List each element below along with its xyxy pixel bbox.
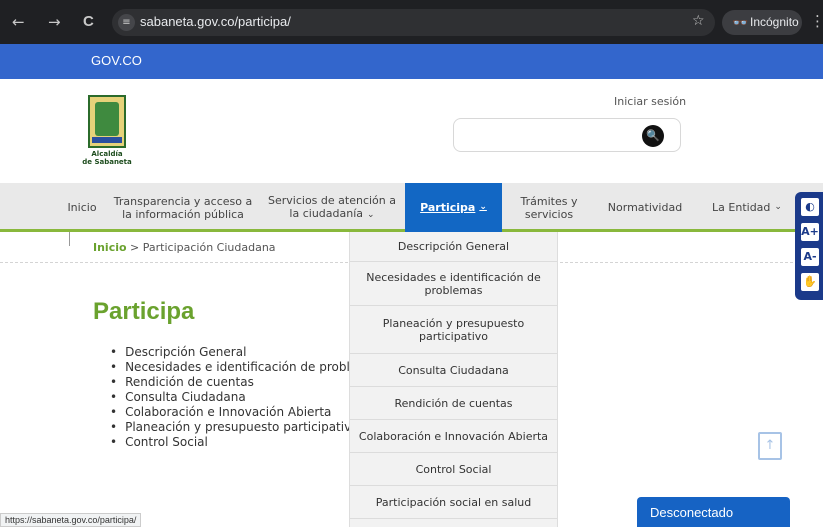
divider [69,232,70,246]
chat-widget[interactable]: Desconectado [637,497,790,527]
menu-item-participa[interactable]: Participa ⌄ [405,183,502,232]
incognito-badge[interactable]: 👓 Incógnito [722,10,802,35]
breadcrumb-home[interactable]: Inicio [93,241,127,254]
contrast-icon[interactable]: ◐ [801,198,819,216]
status-url: https://sabaneta.gov.co/participa/ [0,513,142,527]
reload-icon[interactable]: C [83,13,94,31]
menu-item-normatividad[interactable]: Normatividad [597,183,693,232]
browser-toolbar: ← → C ≡ sabaneta.gov.co/participa/ ☆ 👓 I… [0,0,823,44]
list-item[interactable]: Rendición de cuentas [110,375,350,390]
list-item[interactable]: Control Social [110,435,350,450]
dropdown-item[interactable]: Participación social en salud [350,486,557,519]
decrease-text-button[interactable]: A- [801,248,819,266]
chat-status: Desconectado [650,505,734,520]
dropdown-item[interactable]: Colaboración e Innovación Abierta [350,420,557,453]
chevron-down-icon: ⌄ [367,209,375,220]
crest-icon [88,95,126,148]
list-item[interactable]: Necesidades e identificación de problema… [110,360,350,375]
site-info-icon[interactable]: ≡ [118,14,135,31]
back-icon[interactable]: ← [12,13,25,31]
menu-item-tramites[interactable]: Trámites y servicios [508,183,590,232]
sign-language-icon[interactable]: ✋ [801,273,819,291]
search-icon[interactable]: 🔍 [642,125,664,147]
main-menu: Inicio Transparencia y acceso a la infor… [0,183,823,232]
dropdown-item[interactable]: Planeación y presupuesto participativo [350,306,557,354]
dropdown-item[interactable]: Control Social [350,453,557,486]
bookmark-star-icon[interactable]: ☆ [692,13,705,29]
alcaldia-logo[interactable]: Alcaldía de Sabaneta [82,95,132,170]
chevron-down-icon: ⌄ [774,202,782,212]
page-title: Participa [93,298,195,325]
forward-icon[interactable]: → [48,13,61,31]
menu-item-servicios[interactable]: Servicios de atención a la ciudadanía ⌄ [262,183,402,232]
upload-icon[interactable]: ↑ [758,432,782,460]
list-item[interactable]: Consulta Ciudadana [110,390,350,405]
browser-menu-icon[interactable]: ⋮ [810,12,823,30]
list-item[interactable]: Descripción General [110,345,350,360]
list-item[interactable]: Planeación y presupuesto participativo [110,420,350,435]
dropdown-item[interactable]: Consulta Ciudadana [350,354,557,387]
login-link[interactable]: Iniciar sesión [614,95,686,108]
menu-item-la-entidad[interactable]: La Entidad ⌄ [702,183,792,232]
dropdown-item[interactable]: Descripción General [350,232,557,262]
participa-dropdown: Descripción General Necesidades e identi… [349,232,558,527]
breadcrumb-separator: > [130,241,140,254]
list-item[interactable]: Colaboración e Innovación Abierta [110,405,350,420]
govco-logo[interactable]: GOV.CO [91,53,142,68]
participa-list: Descripción General Necesidades e identi… [110,345,350,450]
url-text[interactable]: sabaneta.gov.co/participa/ [140,14,291,29]
incognito-label: Incógnito [750,15,799,29]
breadcrumb-current: Participación Ciudadana [142,241,276,254]
dropdown-item[interactable]: Necesidades e identificación de problema… [350,262,557,306]
govco-bar: GOV.CO [0,44,823,79]
menu-item-inicio[interactable]: Inicio [58,183,106,232]
logo-text: Alcaldía de Sabaneta [82,150,132,166]
address-bar[interactable]: ≡ sabaneta.gov.co/participa/ ☆ [112,9,715,36]
chevron-down-icon: ⌄ [479,202,487,212]
menu-item-transparencia[interactable]: Transparencia y acceso a la información … [112,183,254,232]
breadcrumb: Inicio > Participación Ciudadana [93,241,276,254]
accessibility-toolbar: ◐ A+ A- ✋ [795,192,823,300]
incognito-icon: 👓 [732,15,749,30]
dropdown-item[interactable]: Rendición de cuentas [350,387,557,420]
increase-text-button[interactable]: A+ [801,223,819,241]
search-input[interactable]: 🔍 [453,118,681,152]
